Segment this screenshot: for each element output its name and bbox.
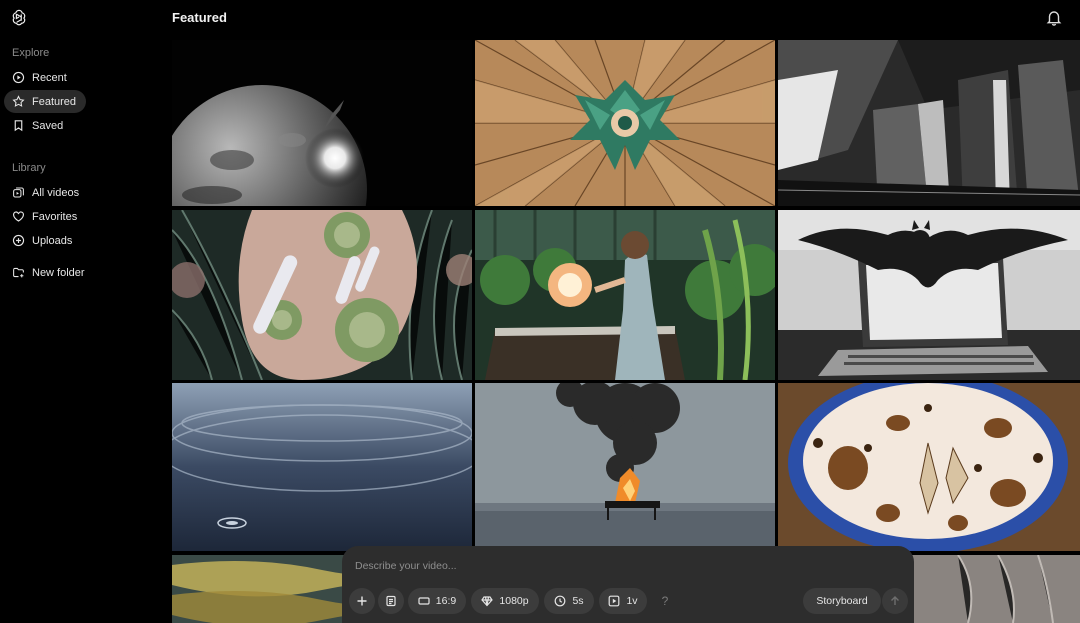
prompt-input[interactable]: Describe your video...: [355, 560, 795, 572]
pollen-macro-thumbnail: [172, 210, 472, 380]
resolution-label: 1080p: [499, 595, 529, 607]
folder-plus-icon: [13, 267, 24, 278]
heart-icon: [13, 211, 24, 222]
sidebar-item-label: All videos: [32, 186, 80, 199]
variations-button[interactable]: 1v: [599, 588, 647, 614]
aspect-ratio-button[interactable]: 16:9: [408, 588, 466, 614]
water-ripple-thumbnail: [172, 383, 472, 551]
bell-icon[interactable]: [1046, 9, 1062, 26]
tile-coffee-cup[interactable]: [778, 383, 1080, 551]
page-title: Featured: [172, 10, 227, 25]
new-folder-label: New folder: [32, 266, 85, 279]
concrete-architecture-thumbnail: [778, 40, 1080, 206]
burning-piano-thumbnail: [475, 383, 775, 551]
aspect-ratio-icon: [418, 597, 430, 605]
sidebar-item-all-videos[interactable]: All videos: [4, 181, 94, 204]
aspect-ratio-label: 16:9: [435, 595, 457, 607]
library-section-label: Library: [12, 162, 46, 174]
sidebar-item-featured[interactable]: Featured: [4, 90, 86, 113]
diamond-icon: [481, 596, 494, 607]
sidebar-item-label: Favorites: [32, 210, 78, 223]
explore-section-label: Explore: [12, 47, 50, 59]
help-button[interactable]: ?: [652, 588, 678, 614]
submit-button[interactable]: [882, 588, 908, 614]
sidebar-item-favorites[interactable]: Favorites: [4, 205, 86, 228]
bat-laptop-thumbnail: [778, 210, 1080, 380]
sidebar-item-label: Uploads: [32, 234, 73, 247]
new-folder-button[interactable]: New folder: [4, 261, 96, 284]
duration-label: 5s: [572, 595, 584, 607]
add-media-button[interactable]: [349, 588, 375, 614]
sidebar-item-uploads[interactable]: Uploads: [4, 229, 86, 252]
presets-button[interactable]: [378, 588, 404, 614]
sidebar-item-label: Recent: [32, 71, 67, 84]
plus-icon: [357, 596, 367, 606]
tile-origami-paper[interactable]: [475, 40, 775, 206]
tile-moon-planet[interactable]: [172, 40, 472, 206]
document-icon: [386, 595, 396, 607]
sidebar-item-recent[interactable]: Recent: [4, 66, 86, 89]
coffee-cup-thumbnail: [778, 383, 1080, 551]
tile-concrete-architecture[interactable]: [778, 40, 1080, 206]
moon-planet-thumbnail: [172, 40, 472, 206]
arrow-up-icon: [891, 596, 899, 605]
tile-burning-piano[interactable]: [475, 383, 775, 551]
storyboard-button[interactable]: Storyboard: [803, 588, 881, 614]
clock-icon: [555, 595, 566, 607]
resolution-button[interactable]: 1080p: [471, 588, 539, 614]
tile-pollen-macro[interactable]: [172, 210, 472, 380]
sidebar-item-label: Saved: [32, 119, 64, 132]
variations-label: 1v: [626, 595, 638, 607]
play-circle-icon: [12, 71, 25, 84]
duration-button[interactable]: 5s: [544, 588, 594, 614]
sidebar: Explore Recent Featured Saved Library Al…: [0, 0, 172, 623]
bookmark-icon: [14, 120, 23, 132]
sidebar-item-saved[interactable]: Saved: [4, 114, 86, 137]
videos-icon: [13, 187, 24, 198]
origami-paper-thumbnail: [475, 40, 775, 206]
tile-bat-laptop[interactable]: [778, 210, 1080, 380]
openai-logo-icon[interactable]: [10, 8, 28, 26]
tile-greenhouse-girl[interactable]: [475, 210, 775, 380]
plus-circle-icon: [12, 234, 25, 247]
tile-water-ripple[interactable]: [172, 383, 472, 551]
star-icon: [12, 95, 25, 107]
greenhouse-girl-thumbnail: [475, 210, 775, 380]
video-prompt-composer: Describe your video... 16:9 1080p 5s 1v …: [342, 546, 914, 623]
sidebar-item-label: Featured: [32, 95, 77, 108]
play-square-icon: [609, 595, 620, 607]
